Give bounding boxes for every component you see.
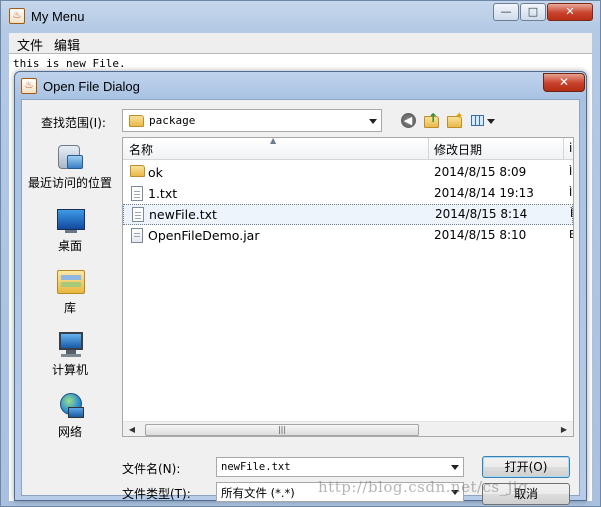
libraries-icon <box>55 268 85 296</box>
open-button[interactable]: 打开(O) <box>482 456 570 478</box>
java-app-icon: ♨ <box>9 8 25 24</box>
column-header-modified[interactable]: 修改日期 <box>434 141 482 158</box>
file-extra: Ì <box>570 207 574 220</box>
close-button[interactable]: ✕ <box>547 3 593 21</box>
file-name: ok <box>148 165 163 180</box>
main-window-title: My Menu <box>31 9 85 24</box>
file-extra: Ì <box>569 186 573 199</box>
horizontal-scrollbar[interactable]: ◀ ||| ▶ <box>123 421 573 436</box>
look-in-value: package <box>149 114 196 127</box>
file-row-selected[interactable]: newFile.txt 2014/8/15 8:14 Ì <box>123 204 573 225</box>
look-in-combo[interactable]: package <box>122 109 382 132</box>
place-recent[interactable]: 最近访问的位置 <box>22 143 118 191</box>
column-header-name[interactable]: 名称 <box>129 141 153 158</box>
place-label: 网络 <box>57 425 82 439</box>
back-button[interactable]: ◀ <box>398 111 418 131</box>
folder-icon <box>129 115 144 127</box>
sort-arrow-icon: ▲ <box>270 137 277 145</box>
file-name-combo[interactable]: newFile.txt <box>216 457 464 477</box>
file-date: 2014/8/14 19:13 <box>434 186 534 200</box>
file-row[interactable]: ok 2014/8/15 8:09 Ì <box>123 162 573 183</box>
dialog-java-icon: ♨ <box>21 78 37 94</box>
scrollbar-thumb[interactable]: ||| <box>145 424 419 436</box>
main-titlebar[interactable]: ♨ My Menu — □ ✕ <box>1 1 600 29</box>
sparkle-icon: ✦ <box>455 111 464 122</box>
file-name: newFile.txt <box>149 207 217 222</box>
column-separator[interactable] <box>563 138 564 159</box>
file-date: 2014/8/15 8:09 <box>434 165 527 179</box>
scroll-right-icon[interactable]: ▶ <box>558 425 570 435</box>
view-menu-icon <box>471 115 484 126</box>
file-row[interactable]: 1.txt 2014/8/14 19:13 Ì <box>123 183 573 204</box>
chevron-down-icon <box>451 465 459 470</box>
file-extra: E <box>569 228 573 241</box>
file-name: OpenFileDemo.jar <box>148 228 260 243</box>
file-name: 1.txt <box>148 186 178 201</box>
text-file-icon <box>132 207 144 222</box>
back-arrow-icon: ◀ <box>400 113 416 128</box>
text-file-icon <box>131 186 143 201</box>
dialog-body: 查找范围(I): package ◀ ↑ ✦ 最近访问的位置 桌面 库 计算机 … <box>21 99 580 505</box>
place-desktop[interactable]: 桌面 <box>22 206 118 254</box>
up-arrow-icon: ↑ <box>428 111 439 125</box>
network-icon <box>55 392 85 420</box>
menu-edit[interactable]: 编辑 <box>54 35 80 54</box>
dialog-title: Open File Dialog <box>43 79 140 94</box>
dialog-close-button[interactable]: ✕ <box>543 73 585 92</box>
chevron-down-icon <box>369 119 377 124</box>
view-menu-button[interactable] <box>469 111 497 131</box>
file-type-value: 所有文件 (*.*) <box>221 486 295 500</box>
place-label: 库 <box>63 301 76 315</box>
scroll-left-icon[interactable]: ◀ <box>126 425 138 435</box>
maximize-button[interactable]: □ <box>520 3 546 21</box>
jar-file-icon <box>131 228 143 243</box>
new-folder-button[interactable]: ✦ <box>444 111 464 131</box>
place-label: 最近访问的位置 <box>27 176 112 190</box>
up-folder-button[interactable]: ↑ <box>421 111 441 131</box>
file-row[interactable]: OpenFileDemo.jar 2014/8/15 8:10 E <box>123 225 573 246</box>
file-name-label: 文件名(N): <box>122 462 181 476</box>
computer-icon <box>55 330 85 358</box>
view-dropdown-arrow-icon <box>487 119 495 124</box>
watermark-text: http://blog.csdn.net/cs_jig <box>318 478 529 496</box>
place-network[interactable]: 网络 <box>22 392 118 440</box>
desktop-icon <box>55 206 85 234</box>
file-name-value: newFile.txt <box>221 461 291 473</box>
file-date: 2014/8/15 8:10 <box>434 228 527 242</box>
place-libraries[interactable]: 库 <box>22 268 118 316</box>
file-extra: Ì <box>569 165 573 178</box>
menu-file[interactable]: 文件 <box>17 35 43 54</box>
recent-places-icon <box>55 143 85 171</box>
look-in-label: 查找范围(I): <box>41 116 106 130</box>
list-header: 名称 ▲ 修改日期 i <box>123 138 573 160</box>
minimize-button[interactable]: — <box>493 3 519 21</box>
column-separator[interactable] <box>428 138 429 159</box>
file-list[interactable]: 名称 ▲ 修改日期 i ok 2014/8/15 8:09 Ì 1.txt 20… <box>122 137 574 437</box>
place-computer[interactable]: 计算机 <box>22 330 118 378</box>
column-header-extra[interactable]: i <box>569 141 572 155</box>
text-content: this is new File. <box>13 57 126 70</box>
file-date: 2014/8/15 8:14 <box>435 207 528 221</box>
menu-bar: 文件 编辑 <box>9 33 592 54</box>
open-file-dialog: ♨ Open File Dialog ✕ 查找范围(I): package ◀ … <box>14 71 587 505</box>
place-label: 计算机 <box>51 363 88 377</box>
place-label: 桌面 <box>57 239 82 253</box>
folder-icon <box>130 165 145 177</box>
file-type-label: 文件类型(T): <box>122 487 191 501</box>
